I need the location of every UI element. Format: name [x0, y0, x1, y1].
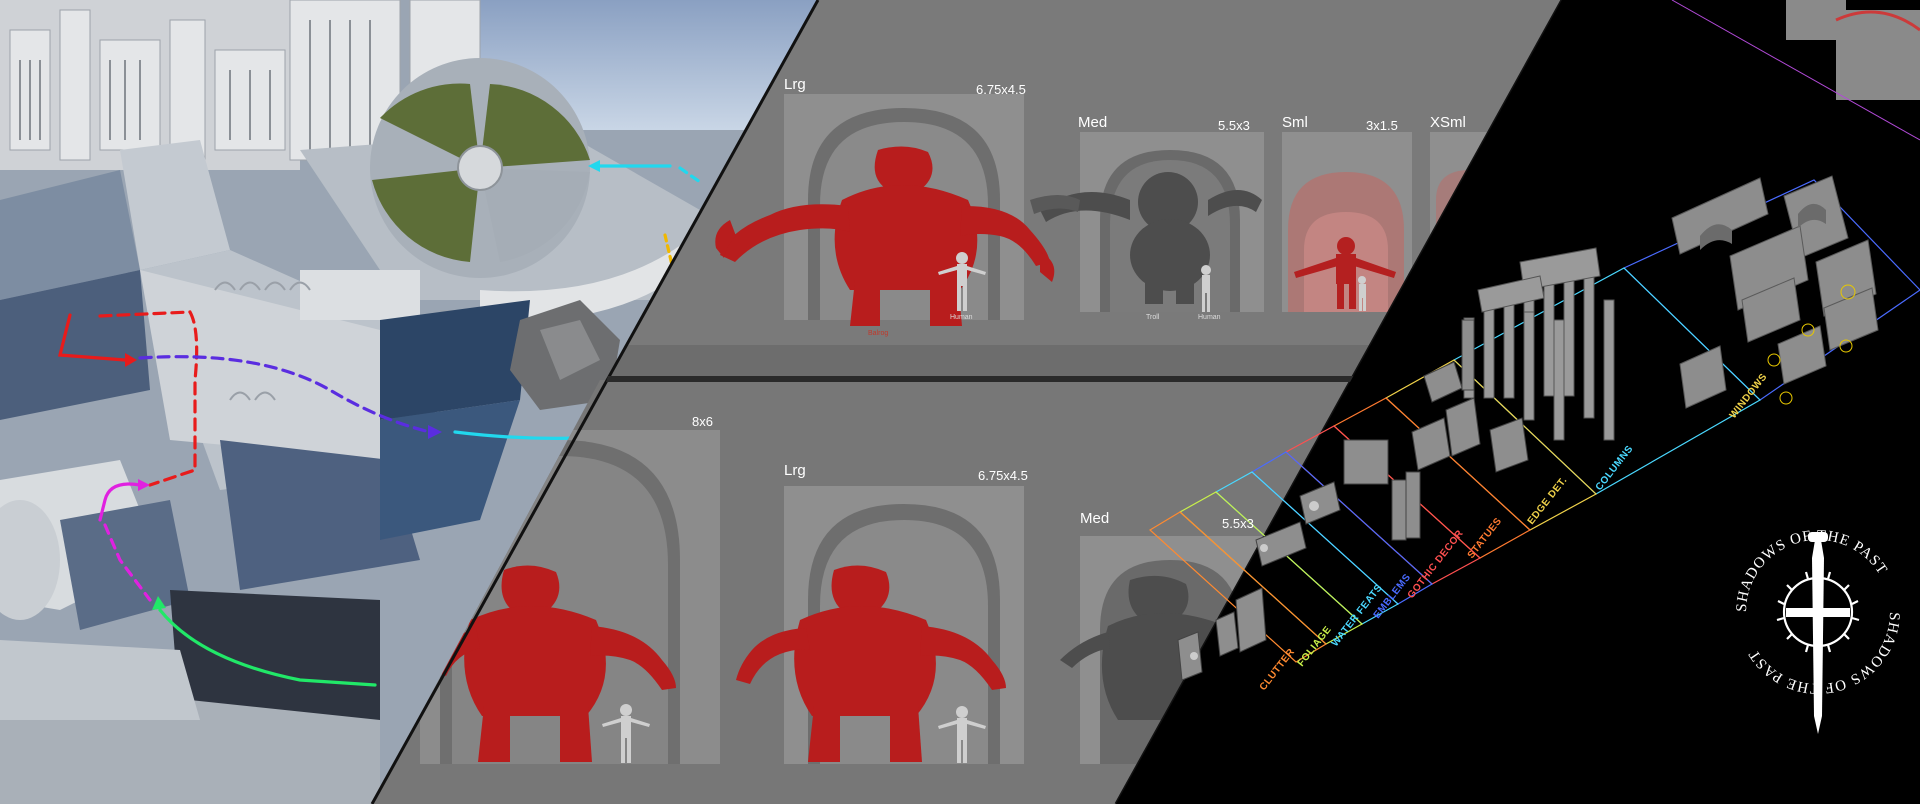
- scale-dims-lrg-bottom: 6.75x4.5: [978, 468, 1028, 483]
- figure-tag-human-lrg: Human: [950, 314, 973, 321]
- figure-tag-human-med: Human: [1198, 314, 1221, 321]
- scale-dims-8x6: 8x6: [692, 414, 713, 429]
- scale-dims-lrg-top: 6.75x4.5: [976, 82, 1026, 97]
- scale-dims-med-top: 5.5x3: [1218, 118, 1250, 133]
- scale-dims-med-bottom: 5.5x3: [1222, 516, 1254, 531]
- scale-label-sml-top: Sml: [1282, 114, 1308, 131]
- scale-label-med-top: Med: [1078, 114, 1108, 131]
- scale-label-lrg-top: Lrg: [784, 76, 806, 93]
- concept-art-collage: Lrg 6.75x4.5 Med 5.5x3 Sml 3x1.5 XSml Ba…: [0, 0, 1920, 804]
- scale-label-lrg-bottom: Lrg: [784, 462, 806, 479]
- figure-tag-troll: Troll: [1146, 314, 1160, 321]
- figure-tag-balrog: Balrog: [868, 330, 889, 337]
- scale-dims-sml-top: 3x1.5: [1366, 118, 1398, 133]
- scale-label-xsml-top: XSml: [1430, 114, 1466, 131]
- collage-artwork: [0, 0, 1920, 804]
- scale-label-med-bottom: Med: [1080, 510, 1110, 527]
